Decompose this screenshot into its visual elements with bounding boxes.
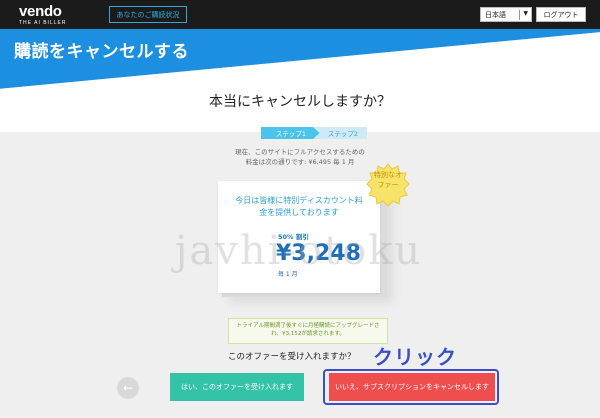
step-2: ステップ2 [313, 127, 367, 139]
vendo-logo[interactable]: vendo THE AI BILLER [19, 4, 66, 26]
offer-card: 今日は皆様に特別ディスカウント料金を提供しております 50% 割引 ¥3,248… [218, 181, 380, 293]
logo-tagline: THE AI BILLER [19, 20, 67, 26]
language-select[interactable]: 日本語 ▼ [480, 7, 532, 22]
top-bar: vendo THE AI BILLER あなたのご購読状況 日本語 ▼ ログアウ… [0, 0, 600, 29]
chevron-down-icon: ▼ [523, 10, 528, 17]
current-price-info: 現在、このサイトにフルアクセスするための 料金は次の通りです: ¥6,495 毎… [0, 147, 600, 167]
trial-note: トライアル期間満了後すぐに月極購読にアップグレードされ、¥3,152が請求されま… [228, 318, 388, 344]
subscription-status-button[interactable]: あなたのご購読状況 [109, 6, 187, 23]
step-1: ステップ1 [261, 127, 321, 139]
offer-headline: 今日は皆様に特別ディスカウント料金を提供しております [235, 196, 363, 217]
cancel-question: 本当にキャンセルしますか？ [209, 94, 391, 110]
offer-period: 毎 1 月 [278, 271, 298, 278]
language-value: 日本語 [485, 10, 506, 19]
accept-offer-question: このオファーを受け入れますか？ [228, 352, 356, 362]
select-divider [519, 10, 520, 20]
logo-text: vendo [19, 3, 62, 20]
offer-price: ¥3,248 [276, 241, 361, 266]
special-offer-badge-text: 特別なオファー [374, 171, 402, 189]
arrow-left-icon: ← [122, 381, 134, 395]
discount-label: 50% 割引 [278, 233, 309, 241]
cancel-subscription-button[interactable]: いいえ、サブスクリプションをキャンセルします [329, 373, 495, 401]
back-button[interactable]: ← [117, 377, 139, 399]
current-price-line-1: 現在、このサイトにフルアクセスするための [235, 148, 365, 156]
current-price-line-2: 料金は次の通りです: ¥6,495 毎 1 月 [245, 158, 355, 166]
accept-offer-button[interactable]: はい、このオファーを受け入れます [170, 373, 304, 401]
header-band: 購読をキャンセルする 本当にキャンセルしますか？ [0, 29, 600, 132]
page-title: 購読をキャンセルする [14, 42, 189, 62]
logout-button[interactable]: ログアウト [536, 7, 586, 22]
click-annotation: クリック [373, 345, 457, 369]
